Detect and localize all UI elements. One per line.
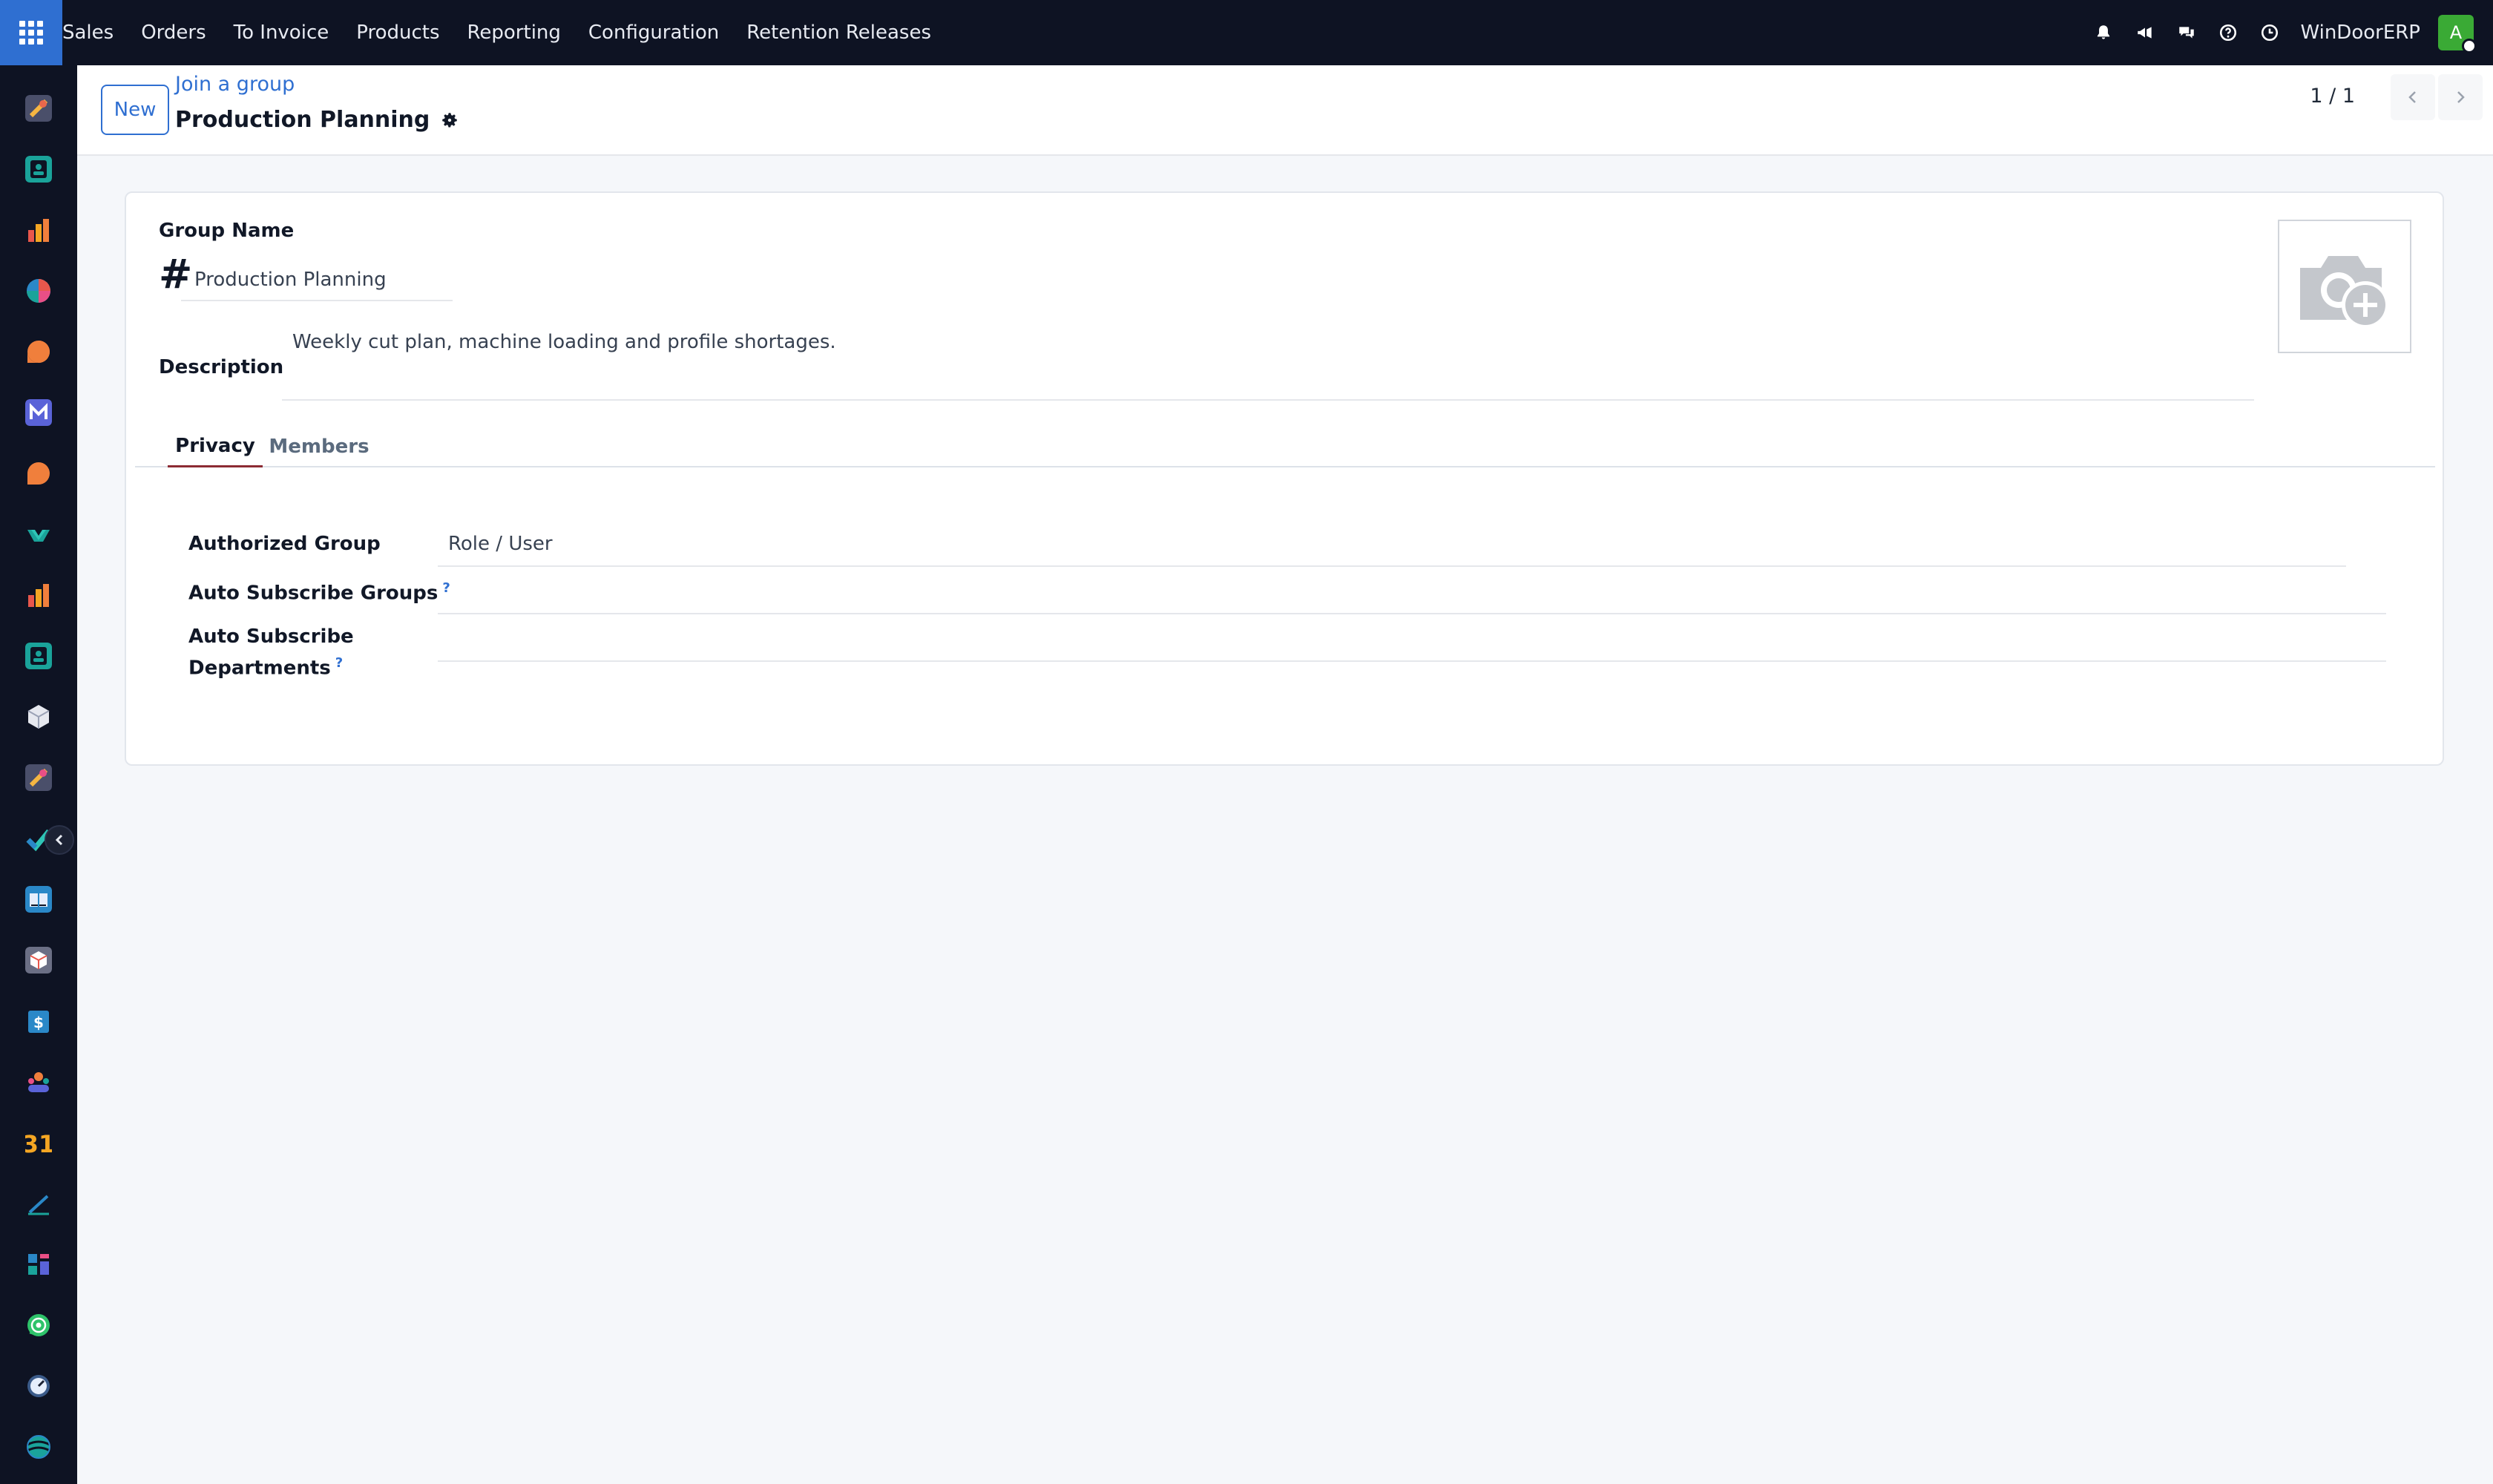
- avatar-initial: A: [2449, 22, 2463, 43]
- app-icon-3[interactable]: [25, 217, 52, 243]
- app-icon-6[interactable]: [25, 399, 52, 426]
- pager-previous-button[interactable]: [2391, 74, 2435, 120]
- page-title: Production Planning: [175, 107, 459, 133]
- sidebar-collapse-button[interactable]: [45, 825, 74, 855]
- menu-sales[interactable]: Sales: [62, 22, 114, 44]
- form-sheet: Group Name # Description Weekly cut plan…: [125, 191, 2444, 766]
- authorized-group-underline: [438, 565, 2346, 567]
- description-label: Description: [159, 356, 284, 378]
- app-icon-20[interactable]: [25, 1251, 52, 1278]
- description-field[interactable]: Weekly cut plan, machine loading and pro…: [282, 319, 2254, 401]
- chevron-left-icon: [2408, 91, 2416, 103]
- app-icon-22[interactable]: [25, 1373, 52, 1399]
- app-icon-1[interactable]: [25, 95, 52, 122]
- app-icon-15[interactable]: [25, 947, 52, 974]
- group-name-label: Group Name: [159, 220, 295, 242]
- auto-subscribe-groups-label: Auto Subscribe Groups?: [188, 580, 450, 605]
- app-icon-12[interactable]: [25, 764, 52, 791]
- control-panel: New Join a group Production Planning 1 /…: [77, 65, 2493, 156]
- chat-icon[interactable]: [2175, 22, 2198, 44]
- app-icon-17[interactable]: [25, 1068, 52, 1095]
- app-sidebar: $ 31: [0, 65, 77, 1484]
- whatsapp-icon[interactable]: [25, 1312, 52, 1339]
- chevron-right-icon: [2457, 91, 2465, 103]
- form-tabs: Privacy Members: [135, 426, 2435, 467]
- authorized-group-field[interactable]: Role / User: [448, 533, 553, 555]
- megaphone-icon[interactable]: [2134, 22, 2156, 44]
- svg-text:31: 31: [25, 1130, 52, 1156]
- menu-to-invoice[interactable]: To Invoice: [234, 22, 329, 44]
- chevron-left-icon: [55, 834, 63, 846]
- main-menu: Sales Orders To Invoice Products Reporti…: [62, 0, 959, 65]
- app-icon-2[interactable]: [25, 156, 52, 183]
- auto-subscribe-departments-line2: Departments: [188, 657, 331, 680]
- new-button[interactable]: New: [101, 85, 169, 135]
- menu-products[interactable]: Products: [356, 22, 439, 44]
- app-icon-14[interactable]: [25, 886, 52, 913]
- pager-value: 1 / 1: [2310, 85, 2355, 108]
- menu-orders[interactable]: Orders: [141, 22, 206, 44]
- auto-subscribe-departments-line1: Auto Subscribe: [188, 626, 354, 648]
- menu-retention-releases[interactable]: Retention Releases: [746, 22, 931, 44]
- help-icon[interactable]: [2217, 22, 2239, 44]
- svg-text:$: $: [33, 1014, 44, 1031]
- group-image-upload[interactable]: [2278, 220, 2411, 353]
- breadcrumb-join-group[interactable]: Join a group: [175, 73, 295, 96]
- systray: WinDoorERP A: [2092, 0, 2493, 65]
- menu-reporting[interactable]: Reporting: [467, 22, 561, 44]
- help-tooltip-icon[interactable]: ?: [442, 580, 450, 596]
- app-icon-8[interactable]: [25, 521, 52, 548]
- bell-icon[interactable]: [2092, 22, 2115, 44]
- clock-icon[interactable]: [2259, 22, 2281, 44]
- app-icon-23[interactable]: [25, 1434, 52, 1460]
- app-icon-5[interactable]: [25, 338, 52, 365]
- auto-subscribe-departments-label: Auto Subscribe Departments?: [188, 623, 354, 682]
- app-icon-10[interactable]: [25, 643, 52, 669]
- gear-icon[interactable]: [440, 111, 459, 130]
- app-icon-11[interactable]: [25, 703, 52, 730]
- company-name[interactable]: WinDoorERP: [2300, 22, 2420, 44]
- grid-icon: [19, 21, 43, 45]
- authorized-group-label: Authorized Group: [188, 533, 381, 555]
- tab-privacy[interactable]: Privacy: [168, 426, 263, 467]
- record-name: Production Planning: [175, 107, 430, 133]
- calendar-31-icon[interactable]: 31: [25, 1129, 52, 1156]
- pager-next-button[interactable]: [2438, 74, 2483, 120]
- app-icon-19[interactable]: [25, 1190, 52, 1217]
- menu-configuration[interactable]: Configuration: [588, 22, 719, 44]
- group-name-input[interactable]: [181, 260, 453, 301]
- app-icon-9[interactable]: [25, 582, 52, 608]
- help-tooltip-icon[interactable]: ?: [335, 655, 343, 671]
- tab-members[interactable]: Members: [267, 426, 371, 467]
- auto-subscribe-departments-field[interactable]: [438, 660, 2386, 662]
- presence-status-icon: [2462, 39, 2477, 53]
- auto-subscribe-groups-field[interactable]: [438, 613, 2386, 614]
- auto-subscribe-groups-text: Auto Subscribe Groups: [188, 582, 439, 605]
- camera-plus-icon: [2300, 256, 2389, 329]
- app-icon-4[interactable]: [25, 278, 52, 304]
- app-icon-16[interactable]: $: [25, 1008, 52, 1034]
- app-menu-button[interactable]: [0, 0, 62, 65]
- app-icon-7[interactable]: [25, 460, 52, 487]
- user-avatar[interactable]: A: [2438, 15, 2477, 53]
- top-navbar: Sales Orders To Invoice Products Reporti…: [0, 0, 2493, 65]
